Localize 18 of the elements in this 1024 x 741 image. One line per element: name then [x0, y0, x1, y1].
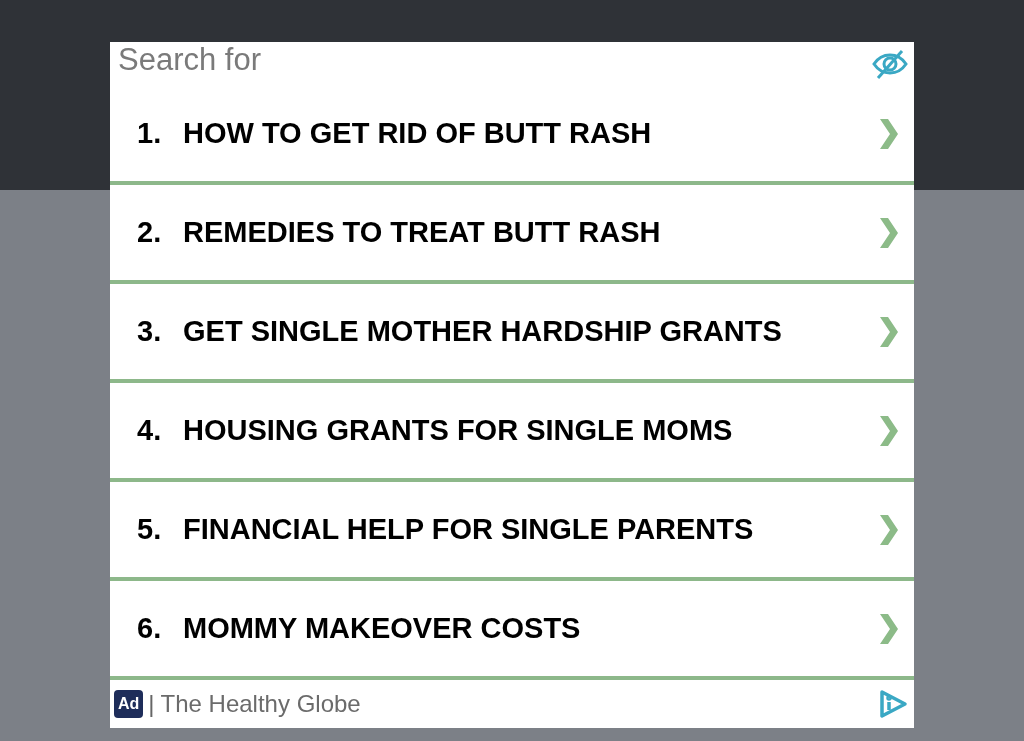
hide-eye-icon[interactable] — [872, 48, 908, 80]
search-result-link[interactable]: 6. MOMMY MAKEOVER COSTS — [110, 581, 914, 676]
ad-badge: Ad — [114, 690, 144, 718]
search-result-link[interactable]: 4. HOUSING GRANTS FOR SINGLE MOMS — [110, 383, 914, 478]
chevron-right-icon — [878, 314, 900, 349]
chevron-right-icon — [878, 611, 900, 646]
search-result-link[interactable]: 3. GET SINGLE MOTHER HARDSHIP GRANTS — [110, 284, 914, 379]
chevron-right-icon — [878, 413, 900, 448]
search-result-link[interactable]: 5. FINANCIAL HELP FOR SINGLE PARENTS — [110, 482, 914, 577]
chevron-right-icon — [878, 215, 900, 250]
chevron-right-icon — [878, 116, 900, 151]
adchoices-icon[interactable] — [878, 689, 908, 719]
separator-text: | — [148, 689, 155, 719]
search-result-link[interactable]: 1. HOW TO GET RID OF BUTT RASH — [110, 86, 914, 181]
advertiser-name: The Healthy Globe — [160, 689, 362, 719]
panel-title: Search for — [118, 42, 261, 78]
chevron-right-icon — [878, 512, 900, 547]
search-result-link[interactable]: 2. REMEDIES TO TREAT BUTT RASH — [110, 185, 914, 280]
